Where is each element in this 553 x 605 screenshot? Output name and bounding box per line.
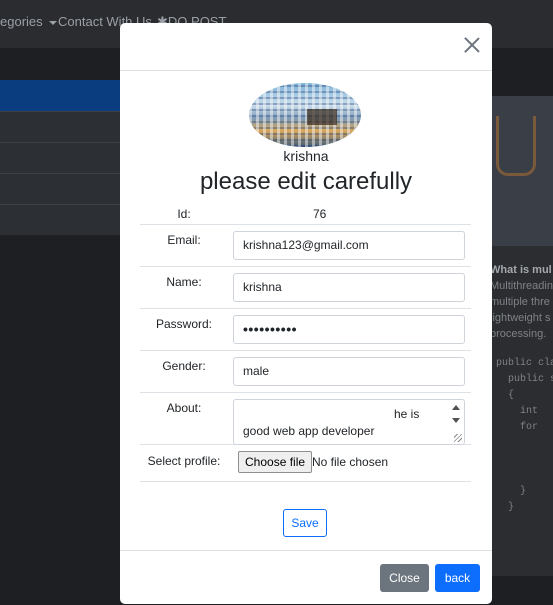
password-row: Password: •••••••••• (140, 309, 471, 351)
id-value: 76 (313, 207, 327, 221)
nav-categories: egories (0, 14, 57, 29)
password-label: Password: (155, 317, 213, 331)
id-label: Id: (177, 207, 191, 221)
modal-header (120, 23, 492, 71)
scroll-up-icon[interactable] (452, 405, 460, 410)
sidebar-item (0, 111, 125, 142)
id-row: Id: 76 (140, 203, 471, 225)
email-label: Email: (167, 233, 201, 247)
file-status: No file chosen (312, 455, 389, 469)
gender-label: Gender: (162, 359, 206, 373)
post-excerpt: What is mul Multithreadin multiple thre … (490, 264, 553, 340)
edit-form-table: Id: 76 Email: krishna123@gmail.com Name:… (140, 203, 471, 482)
edit-profile-modal: krishna please edit carefully Id: 76 Ema… (120, 23, 492, 604)
name-label: Name: (166, 275, 202, 289)
close-icon[interactable] (464, 37, 480, 53)
background-post-card: What is mul Multithreadin multiple thre … (486, 96, 553, 576)
about-text-line: good web app developer (243, 424, 375, 438)
sidebar-item (0, 142, 125, 173)
sidebar-item (0, 173, 125, 204)
modal-body: krishna please edit carefully Id: 76 Ema… (120, 71, 492, 551)
save-button[interactable]: Save (283, 509, 327, 537)
resize-handle-icon[interactable] (454, 434, 462, 442)
email-row: Email: krishna123@gmail.com (140, 225, 471, 267)
chevron-down-icon (48, 20, 57, 25)
profile-label: Select profile: (147, 454, 221, 468)
post-code: public cla public s { int for } } (496, 358, 553, 513)
name-field[interactable]: krishna (233, 273, 465, 302)
page-title: please edit carefully (199, 168, 413, 195)
close-button[interactable]: Close (380, 564, 429, 592)
scroll-down-icon[interactable] (452, 418, 460, 423)
java-logo-image (486, 96, 553, 246)
background-sidebar (0, 80, 125, 235)
profile-row: Select profile: Choose file No file chos… (140, 445, 471, 482)
back-button[interactable]: back (435, 564, 480, 592)
profile-username: krishna (283, 148, 329, 164)
profile-avatar (249, 83, 361, 147)
choose-file-button[interactable]: Choose file (238, 451, 313, 473)
modal-footer: Close back (120, 550, 492, 604)
name-row: Name: krishna (140, 267, 471, 309)
about-label: About: (166, 401, 202, 415)
about-row: About: he is good web app developer (140, 393, 471, 445)
gender-row: Gender: male (140, 351, 471, 393)
about-textarea[interactable]: he is good web app developer (233, 399, 465, 445)
sidebar-item (0, 204, 125, 235)
sidebar-item-active (0, 80, 125, 111)
email-field[interactable]: krishna123@gmail.com (233, 231, 465, 260)
password-field[interactable]: •••••••••• (233, 315, 465, 344)
gender-field[interactable]: male (233, 357, 465, 386)
about-text-line: he is (394, 407, 420, 421)
